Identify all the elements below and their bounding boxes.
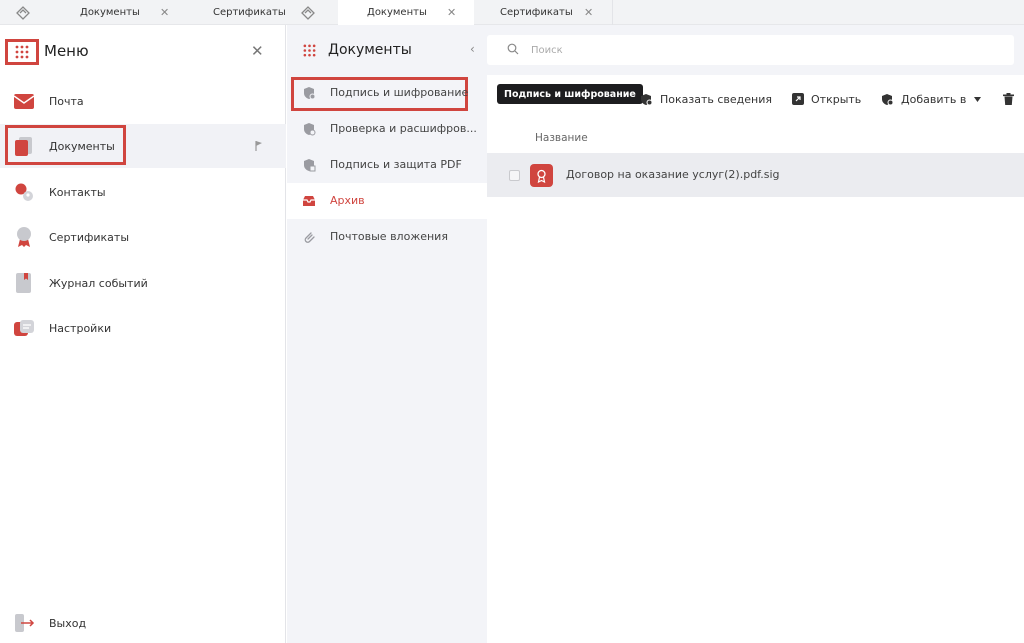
add-to-button[interactable]: Добавить в (881, 90, 982, 108)
close-icon[interactable]: ✕ (447, 6, 456, 19)
submenu-item-mail-attachments[interactable]: Почтовые вложения (287, 219, 487, 255)
column-header-name[interactable]: Название (535, 132, 588, 144)
menu-item-journal[interactable]: Журнал событий (0, 261, 286, 305)
submenu-item-label: Проверка и расшифров... (330, 122, 477, 135)
submenu-item-label: Подпись и шифрование (330, 86, 469, 99)
menu-grid-button[interactable] (5, 39, 39, 65)
contacts-icon (15, 183, 33, 201)
tab-label: Документы (80, 7, 140, 18)
tab-label: Документы (367, 7, 427, 18)
submenu-item-label: Почтовые вложения (330, 230, 448, 243)
close-icon[interactable]: ✕ (160, 6, 169, 19)
submenu-item-verify-decrypt[interactable]: Проверка и расшифров... (287, 111, 487, 147)
toolbar: Подпись и шифрование Показать сведения О… (487, 77, 1024, 121)
collapse-icon[interactable]: ‹ (470, 42, 475, 56)
add-to-label: Добавить в (901, 92, 967, 106)
tab-bar: Документы ✕ Сертификаты Документы ✕ Серт… (0, 0, 1024, 25)
menu-item-label: Журнал событий (49, 276, 148, 290)
file-name: Договор на оказание услуг(2).pdf.sig (566, 168, 780, 181)
shield-check-icon (304, 123, 316, 136)
submenu-header: Документы ‹ (287, 25, 487, 75)
open-label: Открыть (811, 92, 862, 106)
paperclip-icon (304, 232, 315, 243)
logout-button[interactable]: Выход (0, 601, 286, 643)
mail-icon (13, 94, 35, 109)
app-logo-icon (16, 6, 30, 20)
menu-item-label: Документы (49, 139, 115, 153)
chevron-down-icon (974, 96, 982, 102)
menu-item-label: Контакты (49, 185, 106, 199)
app-logo-icon (301, 6, 315, 20)
submenu-item-label: Подпись и защита PDF (330, 158, 462, 171)
shield-info-icon (641, 93, 653, 105)
menu-item-contacts[interactable]: Контакты (0, 170, 286, 214)
search-box[interactable] (487, 35, 1014, 65)
grid-icon (15, 45, 29, 59)
row-checkbox[interactable] (509, 170, 520, 181)
menu-header: Меню ✕ (0, 25, 286, 77)
main-content: Подпись и шифрование Показать сведения О… (487, 25, 1024, 643)
pdf-shield-icon (304, 159, 316, 172)
shield-icon (304, 87, 316, 100)
open-button[interactable]: Открыть (792, 90, 861, 108)
menu-item-label: Сертификаты (49, 230, 130, 244)
search-bar (487, 25, 1024, 75)
pin-icon[interactable] (255, 140, 263, 152)
show-info-label: Показать сведения (660, 92, 772, 106)
menu-title: Меню (44, 42, 89, 60)
menu-item-settings[interactable]: Настройки (0, 306, 286, 350)
documents-icon (15, 137, 32, 156)
submenu-item-label: Архив (330, 194, 365, 207)
main-menu-panel: Меню ✕ Почта Документы Контакты Сертифик… (0, 25, 286, 643)
close-icon[interactable]: ✕ (584, 6, 593, 19)
submenu-item-sign-encrypt[interactable]: Подпись и шифрование (287, 75, 487, 111)
tab-documents-1[interactable]: Документы ✕ (62, 0, 190, 25)
tab-documents-2[interactable]: Документы ✕ (338, 0, 474, 25)
grid-icon[interactable] (303, 44, 316, 57)
trash-icon (1003, 93, 1014, 105)
open-external-icon (792, 93, 804, 105)
close-icon[interactable]: ✕ (251, 42, 264, 60)
logout-icon (15, 614, 35, 632)
documents-submenu: Документы ‹ Подпись и шифрование Проверк… (287, 25, 487, 643)
archive-icon (303, 196, 315, 206)
show-info-button[interactable]: Показать сведения (640, 90, 772, 108)
tooltip: Подпись и шифрование (497, 84, 643, 104)
menu-item-label: Почта (49, 94, 84, 108)
shield-add-icon (882, 93, 894, 105)
settings-icon (14, 320, 34, 336)
submenu-item-sign-pdf[interactable]: Подпись и защита PDF (287, 147, 487, 183)
tab-label: Сертификаты (213, 7, 286, 18)
submenu-title: Документы (328, 42, 412, 58)
logout-label: Выход (49, 616, 87, 630)
table-row[interactable]: Договор на оказание услуг(2).pdf.sig (487, 153, 1024, 197)
journal-icon (16, 273, 31, 293)
menu-item-certificates[interactable]: Сертификаты (0, 215, 286, 259)
tab-label: Сертификаты (500, 7, 573, 18)
menu-item-mail[interactable]: Почта (0, 79, 286, 123)
tab-certificates-2[interactable]: Сертификаты ✕ (475, 0, 613, 25)
certificate-icon (17, 227, 31, 247)
signed-file-icon (530, 164, 553, 187)
menu-item-label: Настройки (49, 321, 112, 335)
delete-button[interactable] (1003, 90, 1021, 108)
menu-item-documents[interactable]: Документы (0, 124, 286, 168)
tab-certificates-1[interactable]: Сертификаты (190, 0, 286, 25)
search-input[interactable] (531, 41, 981, 59)
submenu-item-archive[interactable]: Архив (287, 183, 487, 219)
search-icon (507, 43, 519, 55)
